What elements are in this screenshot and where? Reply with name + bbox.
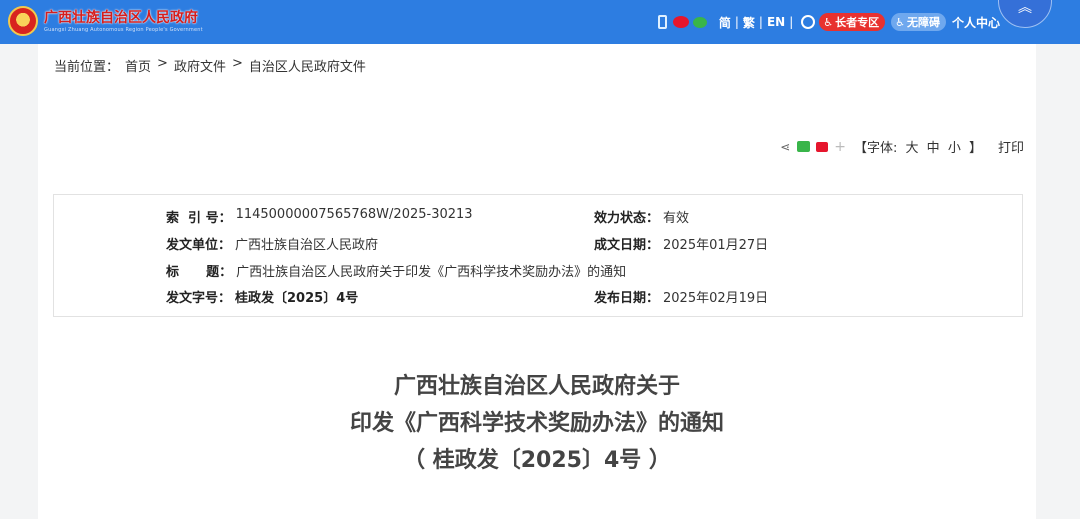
chevron-up-icon: ︽: [1018, 0, 1032, 16]
accessibility-label: 无障碍: [906, 16, 940, 29]
wheelchair-icon: ♿: [895, 15, 905, 29]
published-label: 发布日期：: [594, 291, 660, 306]
site-logo[interactable]: 广西壮族自治区人民政府 Guangxi Zhuang Autonomous Re…: [8, 6, 203, 36]
created-label: 成文日期：: [594, 238, 660, 253]
info-docno: 发文字号： 桂政发〔2025〕4号: [166, 287, 358, 306]
site-name: 广西壮族自治区人民政府: [44, 9, 198, 26]
separator: |: [789, 15, 794, 29]
document-title-line-2: 印发《广西科学技术奖励办法》的通知: [349, 411, 724, 436]
font-medium-button[interactable]: 中: [927, 141, 940, 156]
elder-zone-button[interactable]: ♿︎ 长者专区: [819, 13, 886, 31]
national-emblem-icon: [8, 6, 38, 36]
breadcrumb-prefix: 当前位置：: [54, 60, 120, 75]
font-size-suffix: 】: [968, 141, 982, 156]
docno-value: 桂政发〔2025〕4号: [235, 291, 359, 306]
issuer-label: 发文单位：: [166, 238, 232, 253]
weibo-share-icon[interactable]: [816, 141, 829, 152]
breadcrumb-region-docs[interactable]: 自治区人民政府文件: [249, 56, 366, 75]
breadcrumb-divider: >: [157, 56, 168, 71]
print-button[interactable]: 打印: [998, 137, 1024, 156]
created-value: 2025年01月27日: [663, 238, 769, 253]
separator: |: [758, 15, 763, 29]
title-value: 广西壮族自治区人民政府关于印发《广西科学技术奖励办法》的通知: [236, 265, 627, 280]
separator: |: [734, 15, 739, 29]
site-name-en: Guangxi Zhuang Autonomous Region People'…: [44, 26, 203, 33]
published-value: 2025年02月19日: [663, 291, 769, 306]
main-content: 当前位置： 首页 > 政府文件 > 自治区人民政府文件 ⋖ + 【字体: 大 中…: [38, 44, 1036, 519]
breadcrumb-gov-docs[interactable]: 政府文件: [174, 56, 226, 75]
index-value: 11450000007565768W/2025-30213: [235, 207, 473, 222]
top-toolbar: 简 | 繁 | EN | ♿︎ 长者专区 ♿ 无障碍 个人中心: [657, 13, 1000, 31]
font-large-button[interactable]: 大: [906, 141, 919, 156]
info-index: 索 引 号： 11450000007565768W/2025-30213: [166, 207, 473, 226]
info-status: 效力状态： 有效: [594, 207, 689, 226]
wechat-icon[interactable]: [692, 16, 707, 28]
article-tools: ⋖ + 【字体: 大 中 小 】 打印: [780, 137, 1024, 157]
info-issuer: 发文单位： 广西壮族自治区人民政府: [166, 234, 378, 253]
info-published: 发布日期： 2025年02月19日: [594, 287, 768, 306]
breadcrumb-home[interactable]: 首页: [125, 56, 151, 75]
breadcrumb-divider: >: [231, 56, 243, 71]
document-number: （ 桂政发〔2025〕4号 ）: [403, 448, 671, 473]
docno-label: 发文字号：: [166, 291, 232, 306]
site-header: 广西壮族自治区人民政府 Guangxi Zhuang Autonomous Re…: [0, 0, 1080, 44]
info-created: 成文日期： 2025年01月27日: [594, 234, 768, 253]
globe-icon[interactable]: [801, 15, 816, 29]
document-title-line-1: 广西壮族自治区人民政府关于: [393, 374, 680, 399]
phone-icon[interactable]: [657, 15, 667, 29]
elder-icon: ♿︎: [823, 15, 834, 29]
font-size-control: 【字体: 大 中 小 】: [852, 137, 984, 156]
share-icon[interactable]: ⋖: [780, 141, 792, 153]
breadcrumb: 当前位置： 首页 > 政府文件 > 自治区人民政府文件: [54, 56, 372, 75]
status-label: 效力状态：: [594, 211, 660, 226]
collapse-header-button[interactable]: ︽: [998, 0, 1052, 28]
accessibility-button[interactable]: ♿ 无障碍: [891, 13, 946, 31]
lang-simplified-link[interactable]: 简: [719, 14, 731, 31]
title-label: 标 题：: [166, 265, 233, 280]
document-info-box: 索 引 号： 11450000007565768W/2025-30213 效力状…: [53, 194, 1023, 317]
weibo-icon[interactable]: [672, 16, 689, 28]
status-value: 有效: [663, 211, 690, 226]
font-size-prefix: 【字体:: [853, 141, 898, 156]
user-center-link[interactable]: 个人中心: [952, 14, 1000, 31]
index-label: 索 引 号：: [166, 211, 232, 226]
font-small-button[interactable]: 小: [948, 141, 961, 156]
lang-english-link[interactable]: EN: [767, 15, 785, 29]
logo-text: 广西壮族自治区人民政府 Guangxi Zhuang Autonomous Re…: [44, 9, 203, 34]
wechat-share-icon[interactable]: [797, 141, 811, 152]
info-title: 标 题： 广西壮族自治区人民政府关于印发《广西科学技术奖励办法》的通知: [166, 261, 626, 280]
more-share-icon[interactable]: +: [834, 139, 846, 155]
issuer-value: 广西壮族自治区人民政府: [235, 238, 379, 253]
elder-zone-label: 长者专区: [835, 16, 880, 29]
lang-traditional-link[interactable]: 繁: [743, 14, 755, 31]
